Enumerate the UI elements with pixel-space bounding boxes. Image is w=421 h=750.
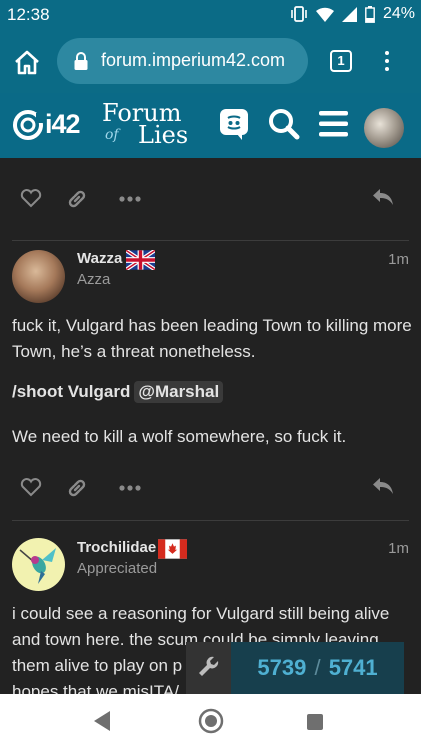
shoot-command: /shoot Vulgard [12, 382, 131, 401]
hummingbird-icon [19, 548, 56, 584]
post-username[interactable]: Trochilidae [77, 539, 156, 556]
topic-progress[interactable]: 5739 / 5741 [231, 642, 404, 694]
post-paragraph: fuck it, Vulgard has been leading Town t… [12, 316, 412, 361]
progress-separator: / [314, 655, 321, 680]
i42-logo[interactable]: i42 [11, 109, 91, 141]
logo-line-2b: Lies [138, 121, 189, 149]
post-age[interactable]: 1m [388, 540, 409, 557]
progress-current: 5739 [257, 655, 307, 680]
post-body-line: i could see a reasoning for Vulgard stil… [12, 604, 390, 623]
progress-total: 5741 [328, 655, 378, 680]
recent-apps-icon[interactable] [307, 714, 323, 730]
like-icon[interactable] [20, 477, 42, 497]
url-text: forum.imperium42.com [101, 50, 286, 70]
post-divider [12, 520, 409, 521]
post-age[interactable]: 1m [388, 251, 409, 268]
reply-icon[interactable] [372, 188, 394, 206]
browser-toolbar: forum.imperium42.com 1 [0, 31, 421, 93]
topic-stream: Wazza 1m Azza fuck it, Vulgard has been … [0, 158, 421, 694]
search-icon[interactable] [268, 108, 300, 140]
more-options-icon[interactable] [119, 196, 141, 202]
url-bar[interactable]: forum.imperium42.com [57, 38, 308, 84]
i42-logo-mark [13, 110, 45, 140]
vibrate-icon [291, 6, 307, 22]
like-icon[interactable] [20, 188, 42, 208]
status-time: 12:38 [7, 5, 50, 24]
post-actions [0, 180, 421, 220]
avatar[interactable] [12, 538, 65, 591]
android-nav-bar [0, 694, 421, 750]
signal-icon [341, 6, 357, 22]
post-user-title: Appreciated [77, 560, 158, 577]
uk-flag-icon [126, 250, 155, 270]
status-bar: 12:38 24% [0, 0, 421, 31]
site-header: i42 Forum of Lies [0, 93, 421, 158]
link-icon[interactable] [66, 188, 88, 210]
post-command-line: /shoot Vulgard @Marshal [12, 379, 412, 405]
forum-of-lies-logo[interactable]: Forum of Lies [100, 99, 192, 151]
browser-home-icon[interactable] [13, 49, 41, 75]
post-user-title: Azza [77, 271, 111, 288]
wifi-icon [315, 7, 334, 22]
back-icon[interactable] [93, 710, 111, 732]
post-divider [12, 240, 409, 241]
hamburger-menu-icon[interactable] [319, 111, 348, 137]
status-icons: 24% [290, 5, 415, 23]
canada-flag-icon [158, 539, 187, 559]
i42-logo-text: i42 [45, 109, 81, 139]
discord-icon[interactable] [219, 108, 249, 141]
logo-line-2a: of [105, 127, 119, 143]
reply-icon[interactable] [372, 477, 394, 495]
home-icon[interactable] [198, 708, 224, 734]
avatar[interactable] [12, 250, 65, 303]
mention-link[interactable]: @Marshal [134, 381, 224, 403]
battery-percent: 24% [382, 5, 415, 22]
post-actions [0, 469, 421, 509]
battery-icon [365, 5, 375, 23]
post-paragraph: We need to kill a wolf somewhere, so fuc… [12, 427, 347, 446]
link-icon[interactable] [66, 477, 88, 499]
tab-switcher-button[interactable]: 1 [330, 50, 352, 72]
current-user-avatar[interactable] [364, 108, 404, 148]
more-options-icon[interactable] [119, 485, 141, 491]
lock-icon [74, 52, 88, 70]
wrench-icon [199, 656, 219, 676]
post-username[interactable]: Wazza [77, 250, 122, 267]
browser-menu-icon[interactable] [380, 49, 394, 75]
admin-wrench-button[interactable] [186, 642, 232, 694]
